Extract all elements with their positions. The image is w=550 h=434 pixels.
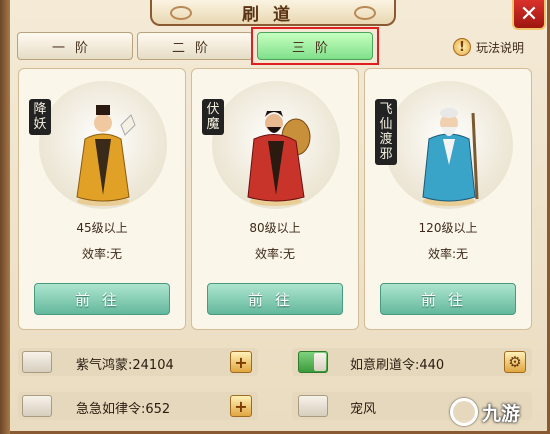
gear-icon[interactable]: ⚙ [504,351,526,373]
dialog-title: 刷道 [242,4,304,25]
toggle-pet[interactable] [298,395,328,417]
tab-tier-2[interactable]: 二阶 [137,32,253,60]
left-edge [0,0,10,434]
level-requirement: 80级以上 [249,221,301,235]
logo-icon [450,398,478,426]
tab-tier-1[interactable]: 一阶 [17,32,133,60]
level-requirement: 120级以上 [418,221,478,235]
item-label-pet: 宠风 [350,402,377,417]
close-button[interactable]: ✕ [512,0,546,30]
title-ornament-icon [354,6,376,20]
character-portrait [422,108,479,206]
card-badge: 飞仙渡邪 [375,99,397,165]
title-plate: 刷道 [150,0,396,26]
item-label-jiji: 急急如律令:652 [76,402,171,417]
card-tier-120: 飞仙渡邪 120级以上 效率:无 前往 [364,68,532,330]
go-button[interactable]: 前往 [380,283,516,315]
level-requirement: 45级以上 [76,221,128,235]
toggle-ruyi[interactable] [298,351,328,373]
add-ziqi-button[interactable]: + [230,351,252,373]
toggle-ziqi[interactable] [22,351,52,373]
watermark-logo: 九游 [450,392,520,432]
title-ornament-icon [170,6,192,20]
card-tier-80: 伏魔 80级以上 效率:无 前往 [191,68,359,330]
card-badge: 伏魔 [202,99,224,135]
tab-highlight-box [251,27,379,65]
item-label-ziqi: 紫气鸿蒙:24104 [76,358,174,373]
item-label-ruyi: 如意刷道令:440 [350,358,445,373]
character-portrait [247,111,311,206]
go-button[interactable]: 前往 [207,283,343,315]
help-label: 玩法说明 [476,40,525,55]
go-button[interactable]: 前往 [34,283,170,315]
toggle-jiji[interactable] [22,395,52,417]
help-button[interactable]: ! 玩法说明 [453,36,524,58]
efficiency-text: 效率:无 [254,247,296,261]
character-portrait [76,105,136,206]
exclamation-icon: ! [453,38,471,56]
card-tier-45: 降妖 45级以上 效率:无 前往 [18,68,186,330]
watermark-text: 九游 [482,402,521,425]
card-badge: 降妖 [29,99,51,135]
add-jiji-button[interactable]: + [230,395,252,417]
efficiency-text: 效率:无 [427,247,469,261]
efficiency-text: 效率:无 [81,247,123,261]
